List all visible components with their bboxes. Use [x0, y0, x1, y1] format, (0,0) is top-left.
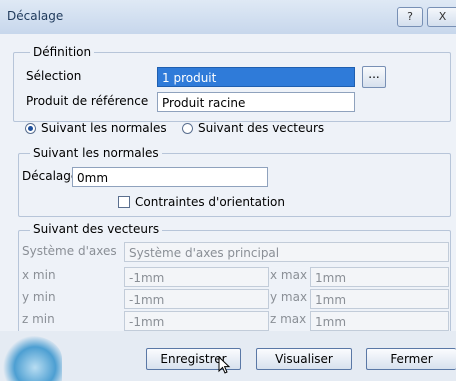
z-min-label: z min — [22, 312, 55, 326]
title-bar: Décalage ? X — [0, 0, 456, 35]
x-min-field[interactable]: -1mm — [124, 267, 269, 287]
ref-product-label: Produit de référence — [26, 94, 149, 108]
dialog-body: Définition Sélection 1 produit ... Produ… — [0, 34, 456, 381]
browse-button[interactable]: ... — [362, 66, 386, 88]
axis-system-label: Système d'axes — [22, 244, 117, 258]
x-min-label: x min — [22, 268, 56, 282]
axis-system-field[interactable]: Système d'axes principal — [124, 242, 449, 262]
app-logo-icon — [2, 336, 62, 381]
radio-normals[interactable] — [25, 123, 36, 134]
normals-legend: Suivant les normales — [30, 146, 162, 160]
help-button[interactable]: ? — [397, 7, 423, 27]
orientation-checkbox[interactable] — [118, 196, 130, 208]
z-max-field[interactable]: 1mm — [310, 311, 449, 331]
close-window-button[interactable]: X — [427, 7, 456, 27]
ref-product-field[interactable]: Produit racine — [157, 92, 355, 112]
x-max-label: x max — [270, 268, 308, 282]
z-max-label: z max — [270, 312, 307, 326]
y-max-field[interactable]: 1mm — [310, 289, 449, 309]
radio-vectors-label: Suivant des vecteurs — [198, 121, 325, 135]
preview-button[interactable]: Visualiser — [256, 348, 352, 370]
selection-label: Sélection — [26, 69, 82, 83]
y-max-label: y max — [270, 290, 308, 304]
y-min-field[interactable]: -1mm — [124, 289, 269, 309]
y-min-label: y min — [22, 290, 56, 304]
selection-field[interactable]: 1 produit — [157, 67, 355, 87]
radio-vectors[interactable] — [182, 123, 193, 134]
vectors-legend: Suivant des vecteurs — [30, 222, 163, 236]
definition-legend: Définition — [30, 45, 95, 59]
window-title: Décalage — [7, 9, 64, 23]
close-button[interactable]: Fermer — [366, 348, 456, 370]
x-max-field[interactable]: 1mm — [310, 267, 449, 287]
offset-label: Décalage — [22, 169, 79, 183]
z-min-field[interactable]: -1mm — [124, 311, 269, 331]
offset-field[interactable]: 0mm — [72, 167, 268, 187]
mouse-cursor-icon — [218, 356, 231, 374]
orientation-label: Contraintes d'orientation — [135, 195, 285, 209]
radio-normals-label: Suivant les normales — [41, 121, 167, 135]
